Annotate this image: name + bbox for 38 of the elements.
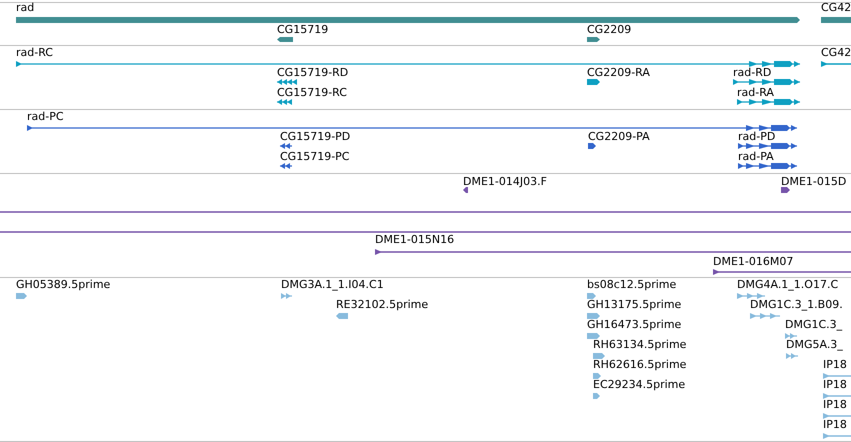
feature-label: CG15719-RC: [277, 86, 347, 100]
feature-label: IP18: [823, 398, 847, 412]
feature-label: DMG3A.1_1.I04.C1: [281, 278, 384, 292]
feature-label: DME1-014J03.F: [463, 175, 547, 189]
feature-label: CG15719-PD: [280, 130, 350, 144]
feature-label: IP18: [823, 418, 847, 432]
feature-label: RE32102.5prime: [336, 298, 428, 312]
feature-label: CG42: [821, 46, 851, 60]
feature-label: GH13175.5prime: [587, 298, 682, 312]
feature-label: bs08c12.5prime: [587, 278, 676, 292]
feature-label: RH62616.5prime: [593, 358, 686, 372]
feature-label: CG42: [821, 1, 851, 15]
feature-label: RH63134.5prime: [593, 338, 686, 352]
feature-label: CG2209-PA: [588, 130, 650, 144]
feature-label: CG15719: [277, 23, 328, 37]
feature-label: rad-RD: [733, 66, 772, 80]
feature-label: DME1-016M07: [713, 255, 794, 269]
feature-label: DMG5A.3_: [786, 338, 843, 352]
feature-label: CG2209: [587, 23, 632, 37]
feature-label: DME1-015D: [781, 175, 846, 189]
feature-label: GH16473.5prime: [587, 318, 682, 332]
feature-label: rad: [16, 1, 34, 15]
feature-label: DMG1C.3_: [785, 318, 842, 332]
feature-label: IP18: [823, 358, 847, 372]
feature-label: rad-PD: [738, 130, 776, 144]
feature-label: GH05389.5prime: [16, 278, 110, 292]
feature-label: rad-PC: [27, 110, 64, 124]
feature-label: CG15719-PC: [280, 150, 350, 164]
feature-label: rad-PA: [738, 150, 774, 164]
feature-label: CG15719-RD: [277, 66, 348, 80]
feature-label: CG2209-RA: [587, 66, 650, 80]
feature-label: rad-RA: [737, 86, 774, 100]
feature-label: IP18: [823, 378, 847, 392]
feature-label: rad-RC: [16, 46, 53, 60]
feature-label: DMG4A.1_1.O17.C: [737, 278, 838, 292]
feature-label: DMG1C.3_1.B09.: [750, 298, 843, 312]
feature-label: EC29234.5prime: [593, 378, 686, 392]
feature-label: DME1-015N16: [375, 233, 454, 247]
